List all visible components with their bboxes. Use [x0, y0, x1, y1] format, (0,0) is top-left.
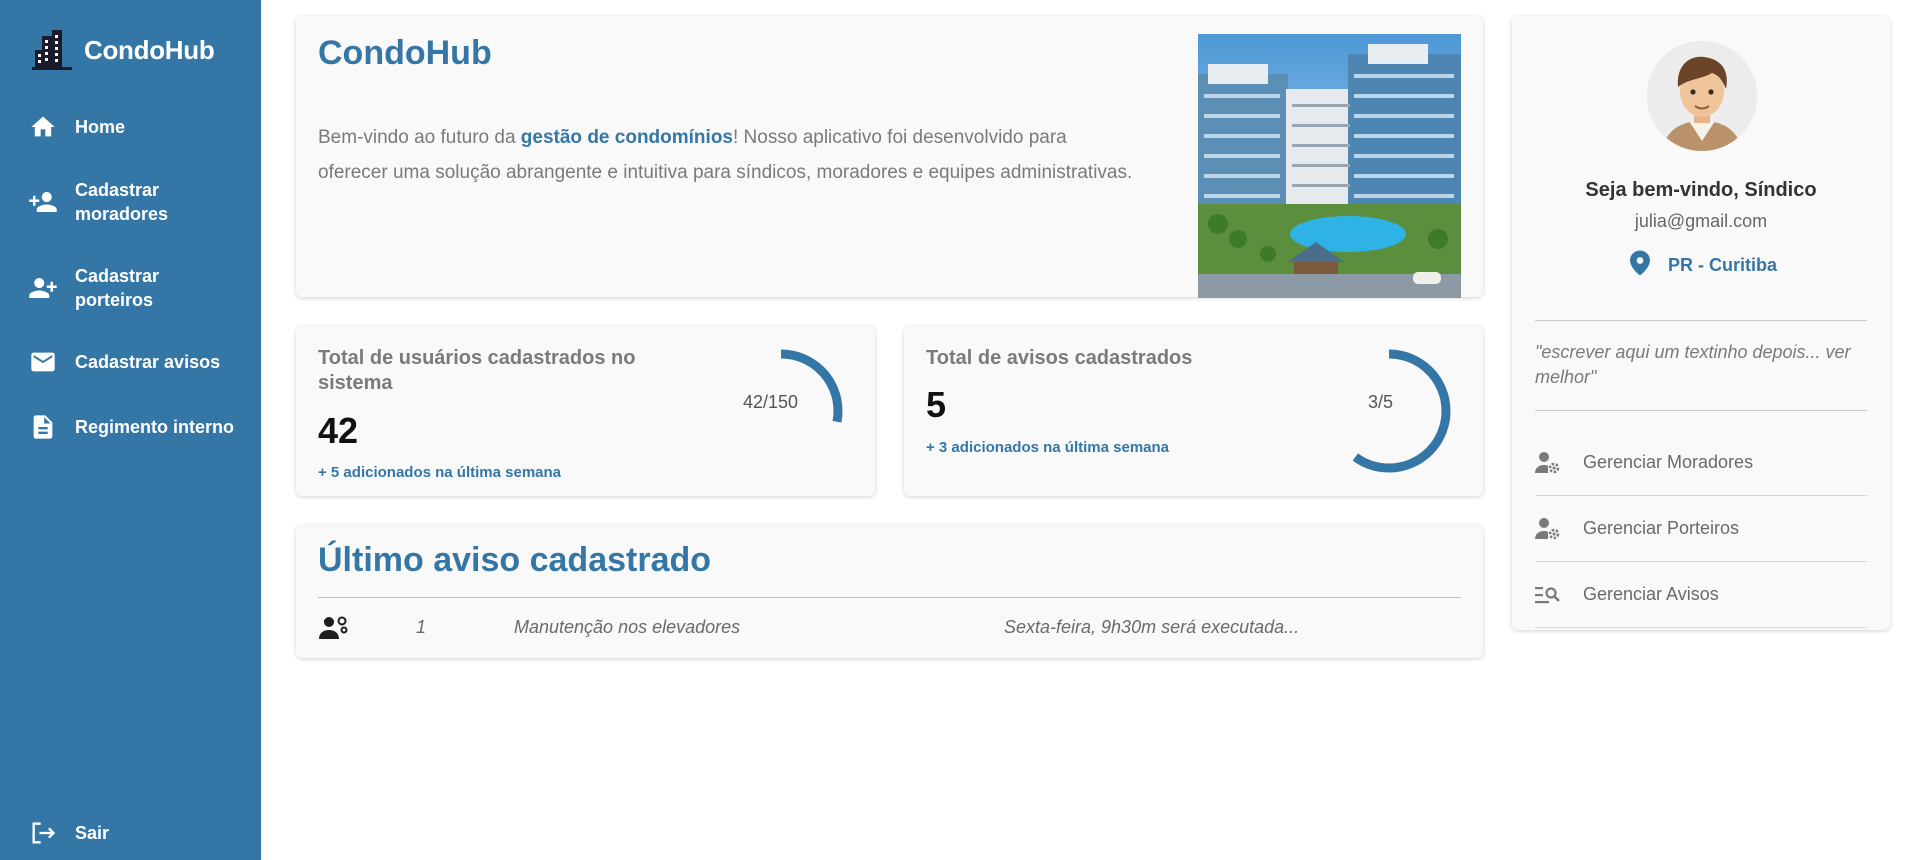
location-pin-icon [1630, 250, 1650, 281]
notice-description: Sexta-feira, 9h30m será executada... [1004, 617, 1300, 637]
notices-stat-title: Total de avisos cadastrados [926, 347, 1193, 369]
users-stat-title: Total de usuários cadastrados no sistema [318, 347, 636, 394]
profile-card: Seja bem-vindo, Síndico julia@gmail.com … [1512, 16, 1890, 630]
hero-text: Bem-vindo ao futuro da gestão de condomí… [318, 120, 1138, 190]
users-gauge-label: 42/150 [743, 392, 799, 412]
users-stat-value: 42 [318, 410, 359, 451]
hero-text-before: Bem-vindo ao futuro da [318, 127, 521, 148]
sidebar-item-cadastrar-porteiros[interactable]: Cadastrar porteiros [28, 264, 185, 312]
location-text: PR - Curitiba [1668, 255, 1778, 275]
divider [1535, 410, 1867, 411]
document-icon [28, 412, 58, 442]
notices-stat-card: Total de avisos cadastrados 5 + 3 adicio… [904, 326, 1483, 496]
notices-stat-sub: + 3 adicionados na última semana [926, 439, 1170, 456]
manage-doormen-button[interactable]: Gerenciar Porteiros [1535, 496, 1867, 562]
home-icon [28, 112, 58, 142]
manage-residents-label: Gerenciar Moradores [1583, 452, 1754, 472]
logout-label: Sair [75, 823, 110, 843]
condominium-image [1198, 34, 1461, 298]
sidebar-item-regimento-interno[interactable]: Regimento interno [28, 412, 234, 442]
manage-user-icon [1535, 516, 1561, 542]
manage-doormen-label: Gerenciar Porteiros [1583, 518, 1740, 538]
sidebar-item-label: Home [75, 117, 126, 137]
engineer-icon [318, 615, 348, 646]
users-stat-card: Total de usuários cadastrados no sistema… [296, 326, 875, 496]
notice-subject: Manutenção nos elevadores [514, 617, 741, 637]
hero-card: CondoHub Bem-vindo ao futuro da gestão d… [296, 16, 1483, 298]
sidebar-item-home[interactable]: Home [28, 112, 125, 142]
manage-notices-label: Gerenciar Avisos [1583, 584, 1719, 604]
sidebar-item-label: Cadastrar avisos [75, 352, 221, 372]
profile-quote: "escrever aqui um textinho depois... ver… [1535, 342, 1851, 387]
manage-residents-button[interactable]: Gerenciar Moradores [1535, 430, 1867, 496]
hero-title: CondoHub [318, 34, 492, 72]
manage-search-icon [1535, 582, 1561, 608]
sidebar-item-cadastrar-avisos[interactable]: Cadastrar avisos [28, 347, 220, 377]
manage-notices-button[interactable]: Gerenciar Avisos [1535, 562, 1867, 628]
user-email: julia@gmail.com [1634, 211, 1768, 231]
building-logo-icon [32, 30, 72, 70]
notice-row[interactable]: 1 Manutenção nos elevadores Sexta-feira,… [318, 613, 1461, 643]
latest-notice-title: Último aviso cadastrado [318, 541, 712, 579]
notices-gauge-label: 3/5 [1368, 392, 1394, 412]
person-add-icon [28, 187, 58, 217]
notice-id: 1 [416, 617, 427, 637]
users-stat-sub: + 5 adicionados na última semana [318, 464, 562, 481]
location[interactable]: PR - Curitiba [1630, 250, 1777, 281]
divider [1535, 320, 1867, 321]
sidebar-item-cadastrar-moradores[interactable]: Cadastrar moradores [28, 178, 185, 226]
sidebar-item-label: Cadastrar porteiros [75, 266, 160, 310]
sidebar: CondoHub Home Cadastrar moradores Cadast… [0, 0, 261, 860]
welcome-text: Seja bem-vindo, Síndico [1585, 179, 1817, 201]
sidebar-item-label: Cadastrar moradores [75, 180, 169, 224]
mail-icon [28, 347, 58, 377]
manage-user-icon [1535, 450, 1561, 476]
hero-highlight: gestão de condomínios [520, 127, 733, 148]
avatar[interactable] [1647, 41, 1757, 151]
logout-button[interactable]: Sair [28, 818, 109, 848]
brand[interactable]: CondoHub [30, 28, 215, 72]
logout-icon [28, 818, 58, 848]
notices-stat-value: 5 [926, 384, 947, 425]
sidebar-item-label: Regimento interno [75, 417, 235, 437]
brand-name: CondoHub [84, 34, 215, 65]
latest-notice-card: Último aviso cadastrado 1 Manutenção nos… [296, 525, 1483, 658]
group-add-icon [28, 273, 58, 303]
divider [318, 597, 1461, 598]
